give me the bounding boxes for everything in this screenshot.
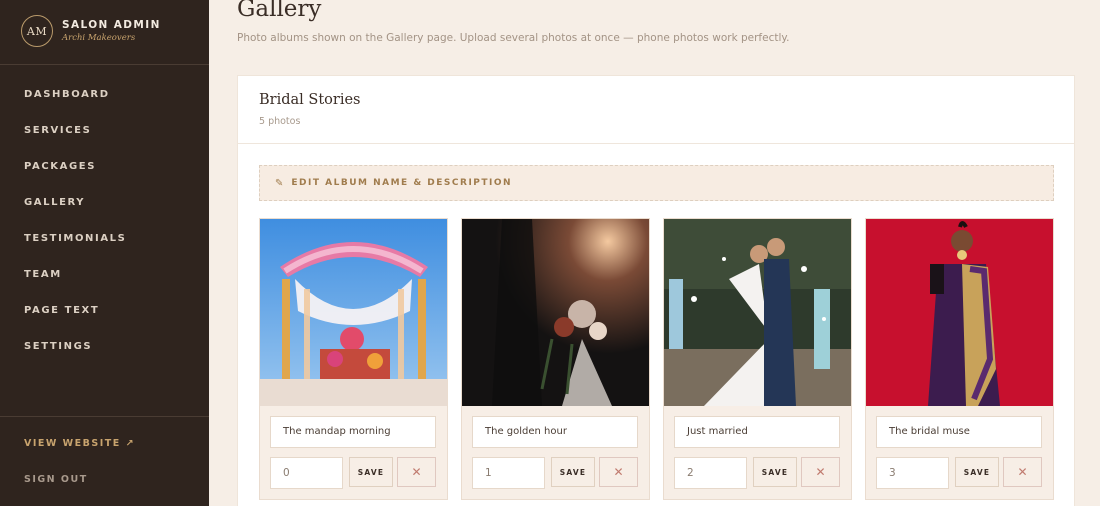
brand-title: SALON ADMIN — [62, 19, 161, 31]
brand-subtitle: Archi Makeovers — [62, 33, 136, 43]
sidebar-item-services[interactable]: SERVICES — [24, 124, 126, 160]
photo-card: The mandap morning 0 SAVE ✕ — [259, 218, 448, 500]
delete-button[interactable]: ✕ — [1003, 457, 1042, 487]
sidebar-item-settings[interactable]: SETTINGS — [24, 340, 126, 376]
page-title: Gallery — [237, 0, 322, 22]
sidebar-footer: VIEW WEBSITE ↗ SIGN OUT — [24, 437, 135, 506]
caption-input[interactable]: The bridal muse — [876, 416, 1042, 448]
caption-input[interactable]: The golden hour — [472, 416, 638, 448]
photo-thumbnail[interactable] — [866, 219, 1053, 406]
sidebar-divider — [0, 64, 209, 65]
sign-out-link[interactable]: SIGN OUT — [24, 473, 135, 506]
pencil-icon: ✎ — [275, 177, 284, 189]
order-input[interactable]: 1 — [472, 457, 545, 489]
photo-card: The bridal muse 3 SAVE ✕ — [865, 218, 1054, 500]
album-name: Bridal Stories — [259, 92, 361, 108]
photo-card: The golden hour 1 SAVE ✕ — [461, 218, 650, 500]
sidebar-item-page-text[interactable]: PAGE TEXT — [24, 304, 126, 340]
photo-thumbnail[interactable] — [260, 219, 447, 406]
golden-hour-photo — [462, 219, 649, 406]
delete-button[interactable]: ✕ — [599, 457, 638, 487]
sidebar-nav: DASHBOARD SERVICES PACKAGES GALLERY TEST… — [24, 88, 126, 376]
save-button[interactable]: SAVE — [753, 457, 797, 487]
bridal-muse-photo — [866, 219, 1053, 406]
photo-thumbnail[interactable] — [664, 219, 851, 406]
sidebar-item-team[interactable]: TEAM — [24, 268, 126, 304]
sidebar: AM SALON ADMIN Archi Makeovers DASHBOARD… — [0, 0, 209, 506]
photo-card: Just married 2 SAVE ✕ — [663, 218, 852, 500]
edit-album-button[interactable]: ✎ EDIT ALBUM NAME & DESCRIPTION — [259, 165, 1054, 201]
sidebar-item-gallery[interactable]: GALLERY — [24, 196, 126, 232]
album-photo-count: 5 photos — [259, 116, 301, 127]
view-website-link[interactable]: VIEW WEBSITE ↗ — [24, 437, 135, 473]
just-married-photo — [664, 219, 851, 406]
brand[interactable]: AM SALON ADMIN Archi Makeovers — [21, 15, 161, 47]
sidebar-item-packages[interactable]: PACKAGES — [24, 160, 126, 196]
delete-button[interactable]: ✕ — [801, 457, 840, 487]
caption-input[interactable]: The mandap morning — [270, 416, 436, 448]
save-button[interactable]: SAVE — [551, 457, 595, 487]
sidebar-footer-divider — [0, 416, 209, 417]
sidebar-item-testimonials[interactable]: TESTIMONIALS — [24, 232, 126, 268]
order-input[interactable]: 2 — [674, 457, 747, 489]
caption-input[interactable]: Just married — [674, 416, 840, 448]
edit-album-label: EDIT ALBUM NAME & DESCRIPTION — [291, 178, 513, 188]
photo-thumbnail[interactable] — [462, 219, 649, 406]
save-button[interactable]: SAVE — [349, 457, 393, 487]
save-button[interactable]: SAVE — [955, 457, 999, 487]
order-input[interactable]: 3 — [876, 457, 949, 489]
page-subtitle: Photo albums shown on the Gallery page. … — [237, 32, 790, 44]
brand-monogram: AM — [21, 15, 53, 47]
album-card: Bridal Stories 5 photos ✎ EDIT ALBUM NAM… — [238, 76, 1074, 506]
mandap-photo — [260, 219, 447, 406]
sidebar-item-dashboard[interactable]: DASHBOARD — [24, 88, 126, 124]
delete-button[interactable]: ✕ — [397, 457, 436, 487]
order-input[interactable]: 0 — [270, 457, 343, 489]
album-header: Bridal Stories 5 photos — [238, 76, 1074, 144]
